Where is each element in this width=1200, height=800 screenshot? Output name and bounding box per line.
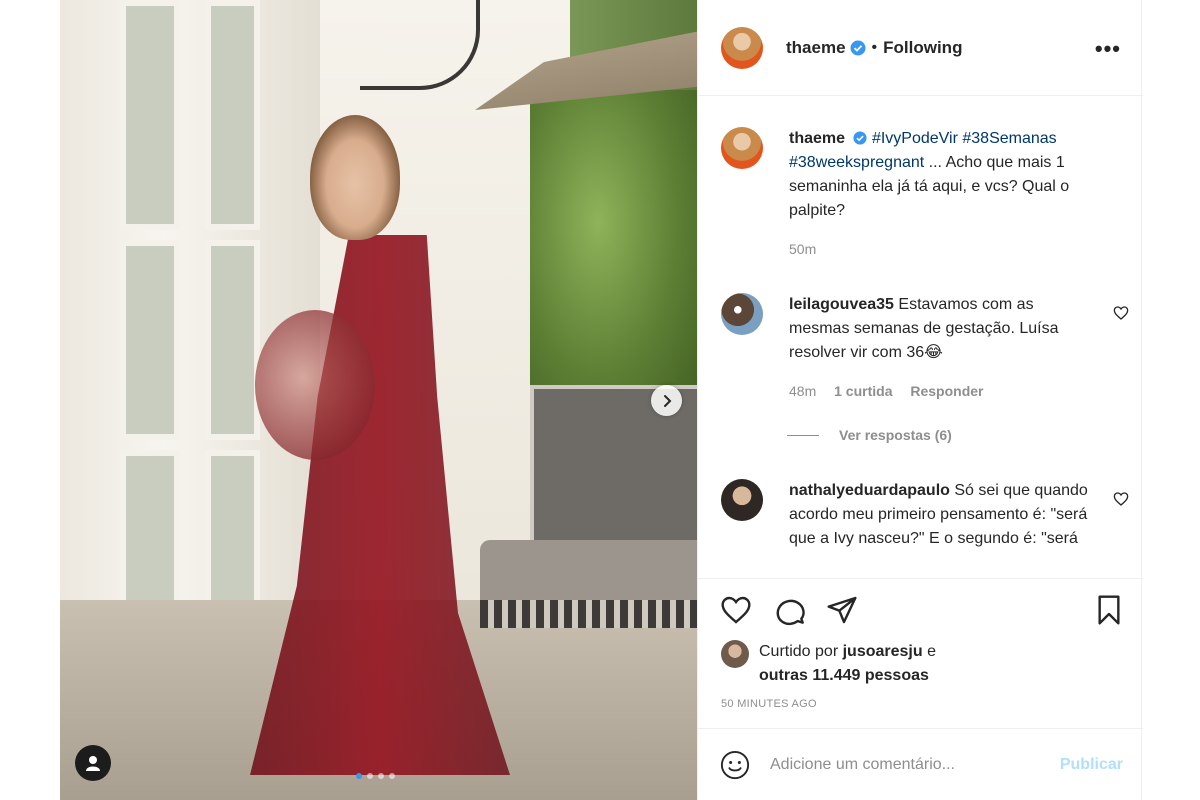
comment-body: nathalyeduardapaulo Só sei que quando ac… (789, 479, 1089, 551)
view-replies-button[interactable]: Ver respostas (6) (787, 427, 952, 443)
hashtag-link[interactable]: #38weekspregnant (789, 154, 924, 171)
reply-button[interactable]: Responder (910, 383, 983, 399)
chevron-right-icon (663, 394, 671, 407)
more-options-button[interactable]: ••• (1095, 36, 1121, 62)
post-timestamp[interactable]: 50 MINUTES AGO (721, 698, 817, 710)
post-header: thaeme • Following ••• (698, 0, 1143, 96)
author-username[interactable]: thaeme (786, 38, 846, 58)
hashtag-link[interactable]: #38Semanas (962, 130, 1056, 147)
heart-outline-icon[interactable] (1113, 305, 1129, 321)
comment-bubble-icon[interactable] (774, 594, 806, 626)
replies-divider (787, 434, 819, 436)
carousel-dot (389, 773, 395, 779)
add-comment-bar: Publicar (698, 728, 1143, 800)
comment-likes[interactable]: 1 curtida (834, 383, 892, 399)
header-separator: • (871, 38, 878, 56)
photo-figure-head (310, 115, 400, 240)
post-sidebar: thaeme • Following ••• thaeme #IvyPodeVi… (697, 0, 1143, 800)
carousel-dot (378, 773, 384, 779)
user-icon (86, 756, 100, 771)
comments-list[interactable]: thaeme #IvyPodeVir #38Semanas #38weekspr… (698, 97, 1143, 577)
comment-input[interactable] (770, 755, 1030, 774)
caption-username[interactable]: thaeme (789, 130, 845, 147)
like-heart-icon[interactable] (720, 594, 752, 626)
tagged-users-button[interactable] (75, 745, 111, 781)
view-replies-label: Ver respostas (6) (839, 427, 952, 443)
commenter-username[interactable]: nathalyeduardapaulo (789, 482, 950, 499)
post-actions: Curtido por jusoaresju e outras 11.449 p… (698, 578, 1143, 728)
verified-badge-icon (850, 40, 866, 55)
likes-summary: Curtido por jusoaresju e outras 11.449 p… (721, 640, 936, 688)
commenter-username[interactable]: leilagouvea35 (789, 296, 894, 313)
verified-badge-icon (853, 131, 868, 145)
hashtag-link[interactable]: #IvyPodeVir (872, 130, 958, 147)
commenter-avatar[interactable] (721, 293, 763, 335)
comment-meta: 48m 1 curtida Responder (789, 379, 1089, 403)
commenter-avatar[interactable] (721, 479, 763, 521)
following-button[interactable]: Following (883, 38, 962, 58)
emoji-smiley-icon[interactable] (720, 750, 750, 780)
likes-text: Curtido por jusoaresju e outras 11.449 p… (759, 640, 936, 688)
photo-figure-belly (255, 310, 375, 460)
share-paper-plane-icon[interactable] (826, 594, 858, 626)
author-avatar[interactable] (721, 127, 763, 169)
caption: thaeme #IvyPodeVir #38Semanas #38weekspr… (721, 127, 1121, 261)
likes-prefix: Curtido por (759, 643, 843, 660)
caption-body: thaeme #IvyPodeVir #38Semanas #38weekspr… (789, 127, 1089, 261)
comment-time[interactable]: 48m (789, 383, 816, 399)
post-image[interactable] (60, 0, 697, 800)
liker-avatar[interactable] (721, 640, 749, 668)
liker-username[interactable]: jusoaresju (843, 643, 923, 660)
caption-meta: 50m (789, 237, 1089, 261)
bookmark-icon[interactable] (1093, 594, 1125, 626)
heart-outline-icon[interactable] (1113, 491, 1129, 507)
carousel-indicator (356, 773, 395, 779)
carousel-dot (367, 773, 373, 779)
carousel-dot (356, 773, 362, 779)
likes-middle: e (922, 643, 936, 660)
author-avatar[interactable] (721, 26, 763, 69)
publish-button[interactable]: Publicar (1060, 756, 1123, 774)
comment-item: leilagouvea35 Estavamos com as mesmas se… (721, 293, 1121, 403)
carousel-next-button[interactable] (651, 385, 682, 416)
likes-others-link[interactable]: outras 11.449 pessoas (759, 667, 929, 684)
photo-hedge (530, 90, 697, 420)
comment-body: leilagouvea35 Estavamos com as mesmas se… (789, 293, 1089, 403)
comment-item: nathalyeduardapaulo Só sei que quando ac… (721, 479, 1121, 551)
caption-time[interactable]: 50m (789, 241, 816, 257)
photo-lounger-base (480, 600, 697, 628)
